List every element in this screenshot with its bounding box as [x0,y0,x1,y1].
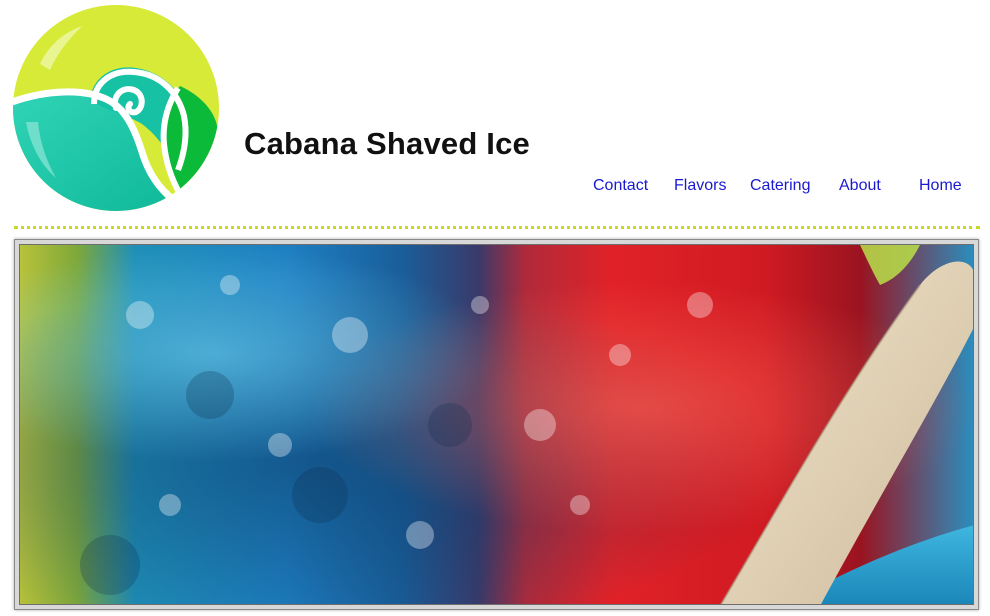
nav-link-about[interactable]: About [839,177,881,195]
nav-link-home[interactable]: Home [919,177,962,195]
site-title: Cabana Shaved Ice [244,126,530,161]
nav-link-catering[interactable]: Catering [750,177,810,195]
nav-link-contact[interactable]: Contact [593,177,648,195]
page: Cabana Shaved Ice Contact Flavors Cateri… [0,0,990,616]
hero-frame [14,239,979,610]
header-divider [14,226,980,229]
hero-image [19,244,974,605]
main-nav: Contact Flavors Catering About Home [0,177,990,199]
nav-link-flavors[interactable]: Flavors [674,177,726,195]
rainbow-shaved-ice-photo [20,245,973,604]
